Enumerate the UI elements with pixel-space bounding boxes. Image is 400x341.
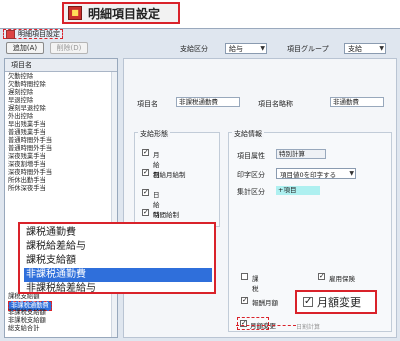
list-item[interactable]: 課税支給額 bbox=[8, 293, 39, 301]
list-item[interactable]: 総支給合計 bbox=[8, 325, 39, 333]
popup-item-selected[interactable]: 非課税通勤費 bbox=[24, 268, 212, 282]
list-item[interactable]: 外出控除 bbox=[8, 113, 33, 121]
callout-connector bbox=[236, 325, 296, 326]
hourly-checkbox[interactable]: ✓ bbox=[142, 209, 149, 216]
list-item[interactable]: 所休出勤手当 bbox=[8, 177, 46, 185]
add-button[interactable]: 追加(A) bbox=[6, 42, 44, 54]
list-item[interactable]: 遅刻早退控除 bbox=[8, 105, 46, 113]
delete-button[interactable]: 削除(D) bbox=[50, 42, 88, 54]
item-group-select[interactable]: 支給 bbox=[344, 43, 386, 54]
pay-type-select[interactable]: 給与 bbox=[225, 43, 267, 54]
monthly-change-option[interactable]: ✓ 月額変更 bbox=[237, 317, 276, 330]
popup-item[interactable]: 課税通勤費 bbox=[26, 226, 76, 240]
taxable-checkbox[interactable] bbox=[241, 273, 248, 280]
list-item[interactable]: 早退控除 bbox=[8, 97, 33, 105]
attribute-field: 特別計算 bbox=[276, 149, 326, 159]
wage-checkbox[interactable]: ✓ bbox=[241, 297, 248, 304]
abbrev-field[interactable]: 非通勤費 bbox=[330, 97, 384, 107]
daily-checkbox[interactable]: ✓ bbox=[142, 189, 149, 196]
popup-item[interactable]: 非課税給差給与 bbox=[26, 282, 96, 292]
list-item[interactable]: 深夜残業手当 bbox=[8, 153, 46, 161]
list-header: 項目名 bbox=[5, 59, 117, 72]
abbrev-label: 項目名略称 bbox=[258, 100, 293, 108]
list-item[interactable]: 深夜時間外手当 bbox=[8, 169, 52, 177]
item-group-label: 項目グループ bbox=[287, 45, 329, 53]
print-select[interactable]: 項目値0を印字する bbox=[276, 168, 356, 179]
pay-form-title: 支給形態 bbox=[138, 129, 170, 139]
attribute-label: 項目属性 bbox=[237, 152, 265, 160]
list-item[interactable]: 早出残業手当 bbox=[8, 121, 46, 129]
daily-monthly-checkbox[interactable]: ✓ bbox=[142, 169, 149, 176]
popup-item[interactable]: 課税支給額 bbox=[26, 254, 76, 268]
window-title: 明細項目設定 bbox=[18, 30, 60, 38]
app-icon: ■ bbox=[68, 6, 82, 20]
window-titlebar: 明細項目設定 bbox=[3, 29, 63, 39]
list-zoom-popup: 課税通勤費 課税給差給与 課税支給額 非課税通勤費 非課税給差給与 bbox=[18, 222, 216, 294]
window-icon bbox=[6, 29, 15, 39]
print-label: 印字区分 bbox=[237, 171, 265, 179]
list-item[interactable]: 深夜割増手当 bbox=[8, 161, 46, 169]
pay-type-label: 支給区分 bbox=[180, 45, 208, 53]
callout-checkbox: ✓ bbox=[303, 296, 313, 307]
total-label: 集計区分 bbox=[237, 188, 265, 196]
item-name-label: 項目名 bbox=[137, 100, 158, 108]
pay-info-title: 支給情報 bbox=[232, 129, 264, 139]
item-name-field[interactable]: 非課税通勤費 bbox=[176, 97, 240, 107]
list-item[interactable]: 普通時間外手当 bbox=[8, 145, 52, 153]
list-item[interactable]: 普通残業手当 bbox=[8, 129, 46, 137]
list-item[interactable]: 欠勤時間控除 bbox=[8, 81, 46, 89]
list-item[interactable]: 欠勤控除 bbox=[8, 73, 33, 81]
list-item[interactable]: 普通時間外手当 bbox=[8, 137, 52, 145]
popup-item[interactable]: 課税給差給与 bbox=[26, 240, 86, 254]
list-item[interactable]: 非課税支給額 bbox=[8, 317, 46, 325]
banner-title: 明細項目設定 bbox=[88, 6, 161, 21]
list-item[interactable]: 非課税支給額 bbox=[8, 309, 46, 317]
list-item[interactable]: 遅刻控除 bbox=[8, 89, 33, 97]
daily-calc-label: 日割計算 bbox=[296, 324, 321, 331]
monthly-checkbox[interactable]: ✓ bbox=[142, 149, 149, 156]
item-list[interactable]: 項目名 欠勤控除 欠勤時間控除 遅刻控除 早退控除 遅刻早退控除 外出控除 早出… bbox=[4, 58, 118, 338]
list-scrollbar[interactable] bbox=[111, 72, 117, 337]
total-value: +項目 bbox=[276, 186, 320, 195]
title-banner: ■ 明細項目設定 bbox=[62, 2, 180, 24]
employment-ins-checkbox[interactable]: ✓ bbox=[318, 273, 325, 280]
list-item[interactable]: 所休深夜手当 bbox=[8, 185, 46, 193]
monthly-change-callout: ✓ 月額変更 bbox=[295, 290, 377, 314]
